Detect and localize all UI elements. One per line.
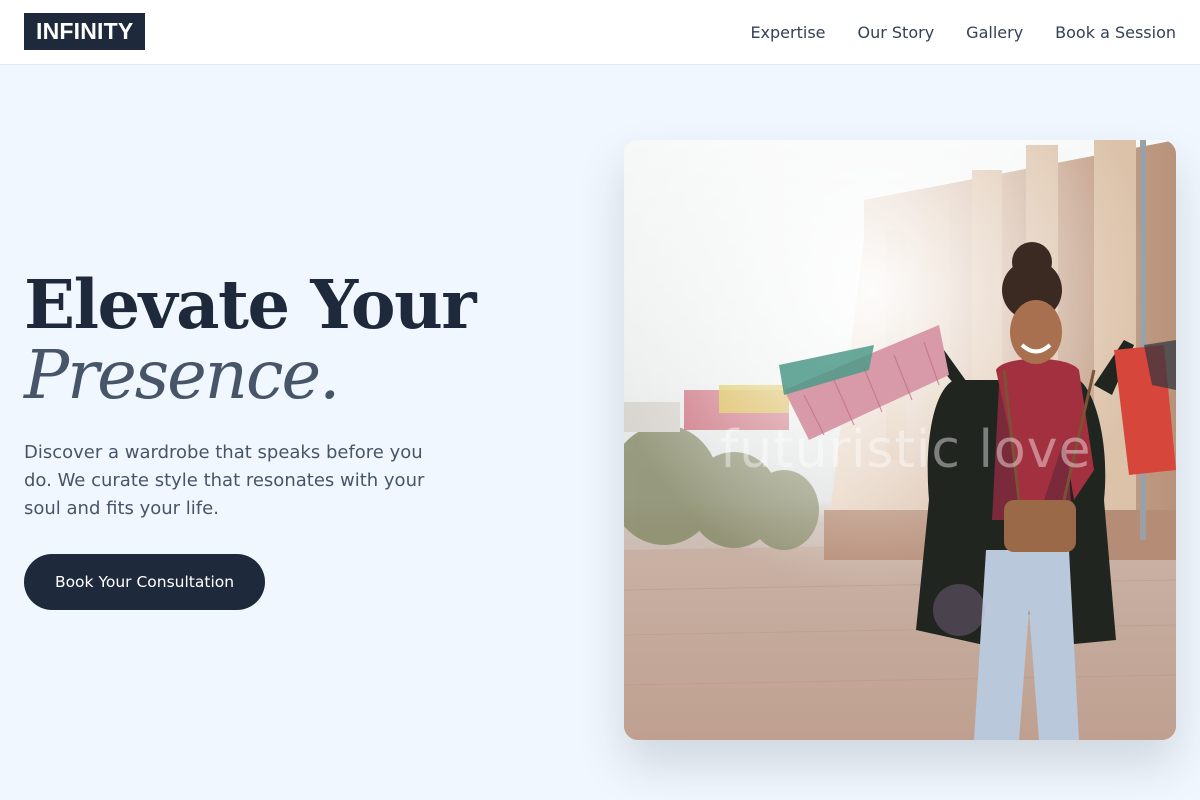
book-consultation-button[interactable]: Book Your Consultation	[24, 554, 265, 610]
nav-link-expertise[interactable]: Expertise	[750, 23, 825, 42]
hero-title: Elevate Your Presence.	[24, 265, 584, 414]
hero-photo: futuristic love	[624, 140, 1176, 740]
nav-link-book-session[interactable]: Book a Session	[1055, 23, 1176, 42]
hero-title-line-1: Elevate Your	[24, 265, 477, 344]
nav-link-our-story[interactable]: Our Story	[858, 23, 935, 42]
main-nav: Expertise Our Story Gallery Book a Sessi…	[718, 0, 1176, 64]
hero-title-accent: Presence.	[24, 336, 340, 414]
nav-link-gallery[interactable]: Gallery	[966, 23, 1023, 42]
brand-logo[interactable]: INFINITY	[24, 13, 146, 50]
site-header: INFINITY Expertise Our Story Gallery Boo…	[0, 0, 1200, 65]
photo-watermark: futuristic love	[720, 420, 1092, 480]
hero-subtitle: Discover a wardrobe that speaks before y…	[24, 442, 425, 519]
